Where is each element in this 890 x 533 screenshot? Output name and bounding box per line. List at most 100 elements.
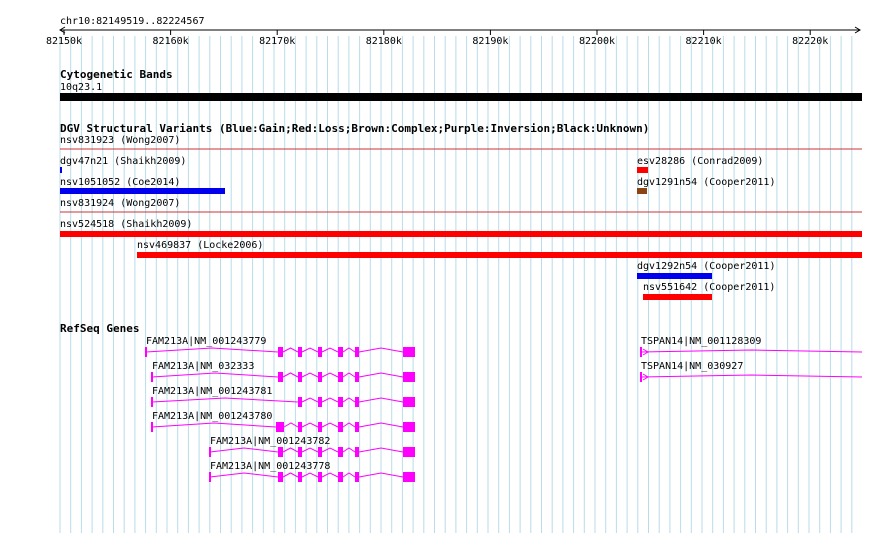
dgv-variant-bar[interactable] xyxy=(637,188,647,194)
exon-block xyxy=(298,372,302,382)
dgv-variant-bar[interactable] xyxy=(643,294,712,300)
dgv-variant-label: dgv47n21 (Shaikh2009) xyxy=(60,156,186,167)
exon-block xyxy=(278,372,283,382)
gene-transcript[interactable]: TSPAN14|NM_001128309 xyxy=(640,336,863,357)
intron-line xyxy=(640,349,863,353)
dgv-variant-label: esv28286 (Conrad2009) xyxy=(637,156,763,167)
ruler-ticks: 82150k 82160k 82170k 82180k 82190k 82200k 8221… xyxy=(46,30,828,47)
exon-block xyxy=(318,372,322,382)
gene-transcript-label: FAM213A|NM_001243780 xyxy=(152,411,272,422)
exon-block xyxy=(355,397,359,407)
cytoband-bar[interactable] xyxy=(60,93,862,101)
ruler-tick-label: 82180k xyxy=(366,36,402,47)
dgv-variant[interactable]: nsv469837 (Locke2006) xyxy=(137,240,862,258)
gene-transcript[interactable]: FAM213A|NM_001243781 xyxy=(151,386,415,407)
intron-line xyxy=(151,372,279,378)
intron-line xyxy=(640,374,863,378)
intron-line xyxy=(151,397,299,403)
ruler-tick-label: 82150k xyxy=(46,36,82,47)
intron-line xyxy=(321,347,339,353)
dgv-variant-label: nsv1051052 (Coe2014) xyxy=(60,177,180,188)
exon-block xyxy=(338,472,343,482)
gene-transcript[interactable]: FAM213A|NM_001243779 xyxy=(145,336,415,357)
dgv-variant[interactable]: nsv831923 (Wong2007) xyxy=(60,135,180,146)
cytogenetic-bands-title: Cytogenetic Bands xyxy=(60,68,173,81)
ruler-tick-label: 82190k xyxy=(472,36,508,47)
refseq-features: FAM213A|NM_001243779 FAM213A|NM_032333 FAM… xyxy=(145,336,863,482)
exon-block xyxy=(355,447,359,457)
exon-block xyxy=(403,447,415,457)
gene-transcript-label: FAM213A|NM_032333 xyxy=(152,361,254,372)
ruler-tick-label: 82160k xyxy=(153,36,189,47)
dgv-variant-label: nsv524518 (Shaikh2009) xyxy=(60,219,192,230)
exon-block xyxy=(403,422,415,432)
ruler-tick-label: 82170k xyxy=(259,36,295,47)
intron-line xyxy=(301,347,319,353)
double-arrow-icon xyxy=(59,26,861,34)
exon-block xyxy=(338,447,343,457)
dgv-variant-bar[interactable] xyxy=(637,273,712,279)
exon-block xyxy=(276,422,284,432)
ruler-tick-label: 82220k xyxy=(792,36,828,47)
exon-block xyxy=(278,347,283,357)
exon-block xyxy=(338,347,343,357)
cytoband-label: 10q23.1 xyxy=(60,82,102,93)
dgv-variant[interactable]: nsv831924 (Wong2007) xyxy=(60,198,180,209)
exon-block xyxy=(298,422,302,432)
dgv-variant[interactable]: dgv1292n54 (Cooper2011) xyxy=(637,261,775,279)
dgv-variant-bar[interactable] xyxy=(137,252,862,258)
dgv-variant[interactable]: nsv524518 (Shaikh2009) xyxy=(60,219,862,237)
exon-block xyxy=(403,347,415,357)
exon-block xyxy=(403,397,415,407)
dgv-variant-bar[interactable] xyxy=(60,188,225,194)
gene-transcript-label: TSPAN14|NM_001128309 xyxy=(641,336,761,347)
intron-line xyxy=(301,472,319,478)
gene-transcript[interactable]: FAM213A|NM_001243782 xyxy=(209,436,415,457)
intron-line xyxy=(301,422,319,428)
gene-transcript-label: FAM213A|NM_001243781 xyxy=(152,386,272,397)
dgv-features: nsv831923 (Wong2007) dgv47n21 (Shaikh2009… xyxy=(60,135,862,300)
exon-block xyxy=(318,397,322,407)
gene-transcript-label: FAM213A|NM_001243779 xyxy=(146,336,266,347)
dgv-variant-label: dgv1291n54 (Cooper2011) xyxy=(637,177,775,188)
exon-block xyxy=(318,347,322,357)
exon-block xyxy=(355,472,359,482)
exon-block xyxy=(298,447,302,457)
intron-line xyxy=(151,422,277,428)
exon-block xyxy=(318,447,322,457)
gene-transcript-label: FAM213A|NM_001243778 xyxy=(210,461,330,472)
gene-transcript[interactable]: FAM213A|NM_001243778 xyxy=(209,461,415,482)
gene-transcript[interactable]: FAM213A|NM_032333 xyxy=(151,361,415,382)
exon-block xyxy=(318,422,322,432)
intron-line xyxy=(321,372,339,378)
exon-block xyxy=(403,372,415,382)
ruler-tick-label: 82210k xyxy=(686,36,722,47)
dgv-variant[interactable]: nsv1051052 (Coe2014) xyxy=(60,177,225,194)
gene-transcript[interactable]: TSPAN14|NM_030927 xyxy=(640,361,863,382)
dgv-variant-label: nsv831924 (Wong2007) xyxy=(60,198,180,209)
genome-browser-canvas: chr10:82149519..82224567 82150k 82160k 821… xyxy=(46,16,863,533)
intron-line xyxy=(301,447,319,453)
exon-block xyxy=(355,422,359,432)
gene-transcript-label: TSPAN14|NM_030927 xyxy=(641,361,743,372)
exon-block xyxy=(278,472,283,482)
intron-line xyxy=(321,397,339,403)
intron-line xyxy=(321,447,339,453)
refseq-track-title: RefSeq Genes xyxy=(60,322,139,335)
intron-line xyxy=(301,372,319,378)
exon-block xyxy=(355,372,359,382)
intron-line xyxy=(145,347,279,353)
exon-block xyxy=(278,447,283,457)
dgv-variant-bar[interactable] xyxy=(60,231,862,237)
intron-line xyxy=(321,472,339,478)
gene-transcript[interactable]: FAM213A|NM_001243780 xyxy=(151,411,415,432)
intron-line xyxy=(321,422,339,428)
dgv-variant-label: nsv551642 (Cooper2011) xyxy=(643,282,775,293)
ruler-coordinates-label: chr10:82149519..82224567 xyxy=(60,16,205,27)
exon-block xyxy=(298,347,302,357)
intron-line xyxy=(301,397,319,403)
dgv-variant-bar[interactable] xyxy=(637,167,648,173)
dgv-variant[interactable]: dgv1291n54 (Cooper2011) xyxy=(637,177,775,194)
exon-block xyxy=(338,422,343,432)
dgv-variant-bar[interactable] xyxy=(60,167,62,173)
